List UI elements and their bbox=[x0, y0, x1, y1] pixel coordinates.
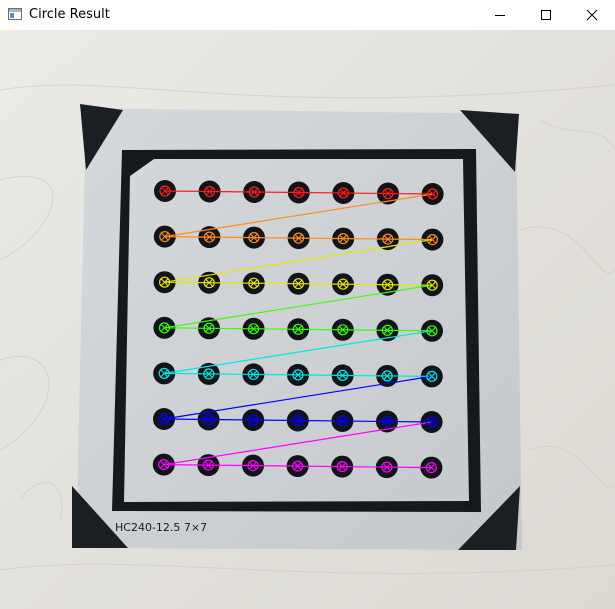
minimize-button[interactable] bbox=[477, 0, 523, 30]
app-window-icon bbox=[8, 8, 22, 20]
image-view: HC240-12.5 7×7 bbox=[0, 30, 615, 609]
close-icon bbox=[586, 9, 598, 21]
window-title: Circle Result bbox=[29, 7, 110, 22]
minimize-icon bbox=[495, 15, 505, 16]
maximize-button[interactable] bbox=[523, 0, 569, 30]
board-label: HC240-12.5 7×7 bbox=[115, 521, 207, 534]
circle-result-window: Circle Result HC240-12.5 7×7 bbox=[0, 0, 615, 609]
title-bar[interactable]: Circle Result bbox=[0, 0, 615, 30]
calibration-image: HC240-12.5 7×7 bbox=[0, 30, 615, 609]
close-button[interactable] bbox=[569, 0, 615, 30]
maximize-icon bbox=[541, 10, 551, 20]
